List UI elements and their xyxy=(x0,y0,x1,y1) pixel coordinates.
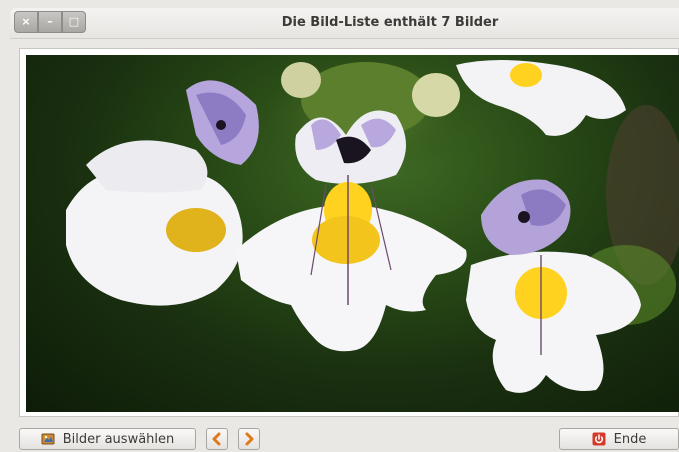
flower-photo xyxy=(66,55,679,393)
maximize-window-button[interactable]: □ xyxy=(62,11,86,33)
minimize-window-button[interactable]: – xyxy=(38,11,62,33)
end-label: Ende xyxy=(613,431,647,447)
window-title: Die Bild-Liste enthält 7 Bilder xyxy=(281,15,499,30)
image-display xyxy=(26,55,679,412)
image-frame xyxy=(19,48,679,417)
window-controls: × – □ xyxy=(14,11,86,33)
end-button[interactable]: Ende xyxy=(559,428,679,450)
title-bar: × – □ Die Bild-Liste enthält 7 Bilder xyxy=(10,8,679,39)
image-folder-icon xyxy=(41,432,55,446)
next-image-button[interactable] xyxy=(238,428,260,450)
select-images-label: Bilder auswählen xyxy=(62,431,175,447)
close-window-button[interactable]: × xyxy=(14,11,38,33)
chevron-left-icon xyxy=(210,432,224,446)
chevron-right-icon xyxy=(242,432,256,446)
previous-image-button[interactable] xyxy=(206,428,228,450)
power-icon xyxy=(592,432,606,446)
select-images-button[interactable]: Bilder auswählen xyxy=(19,428,196,450)
